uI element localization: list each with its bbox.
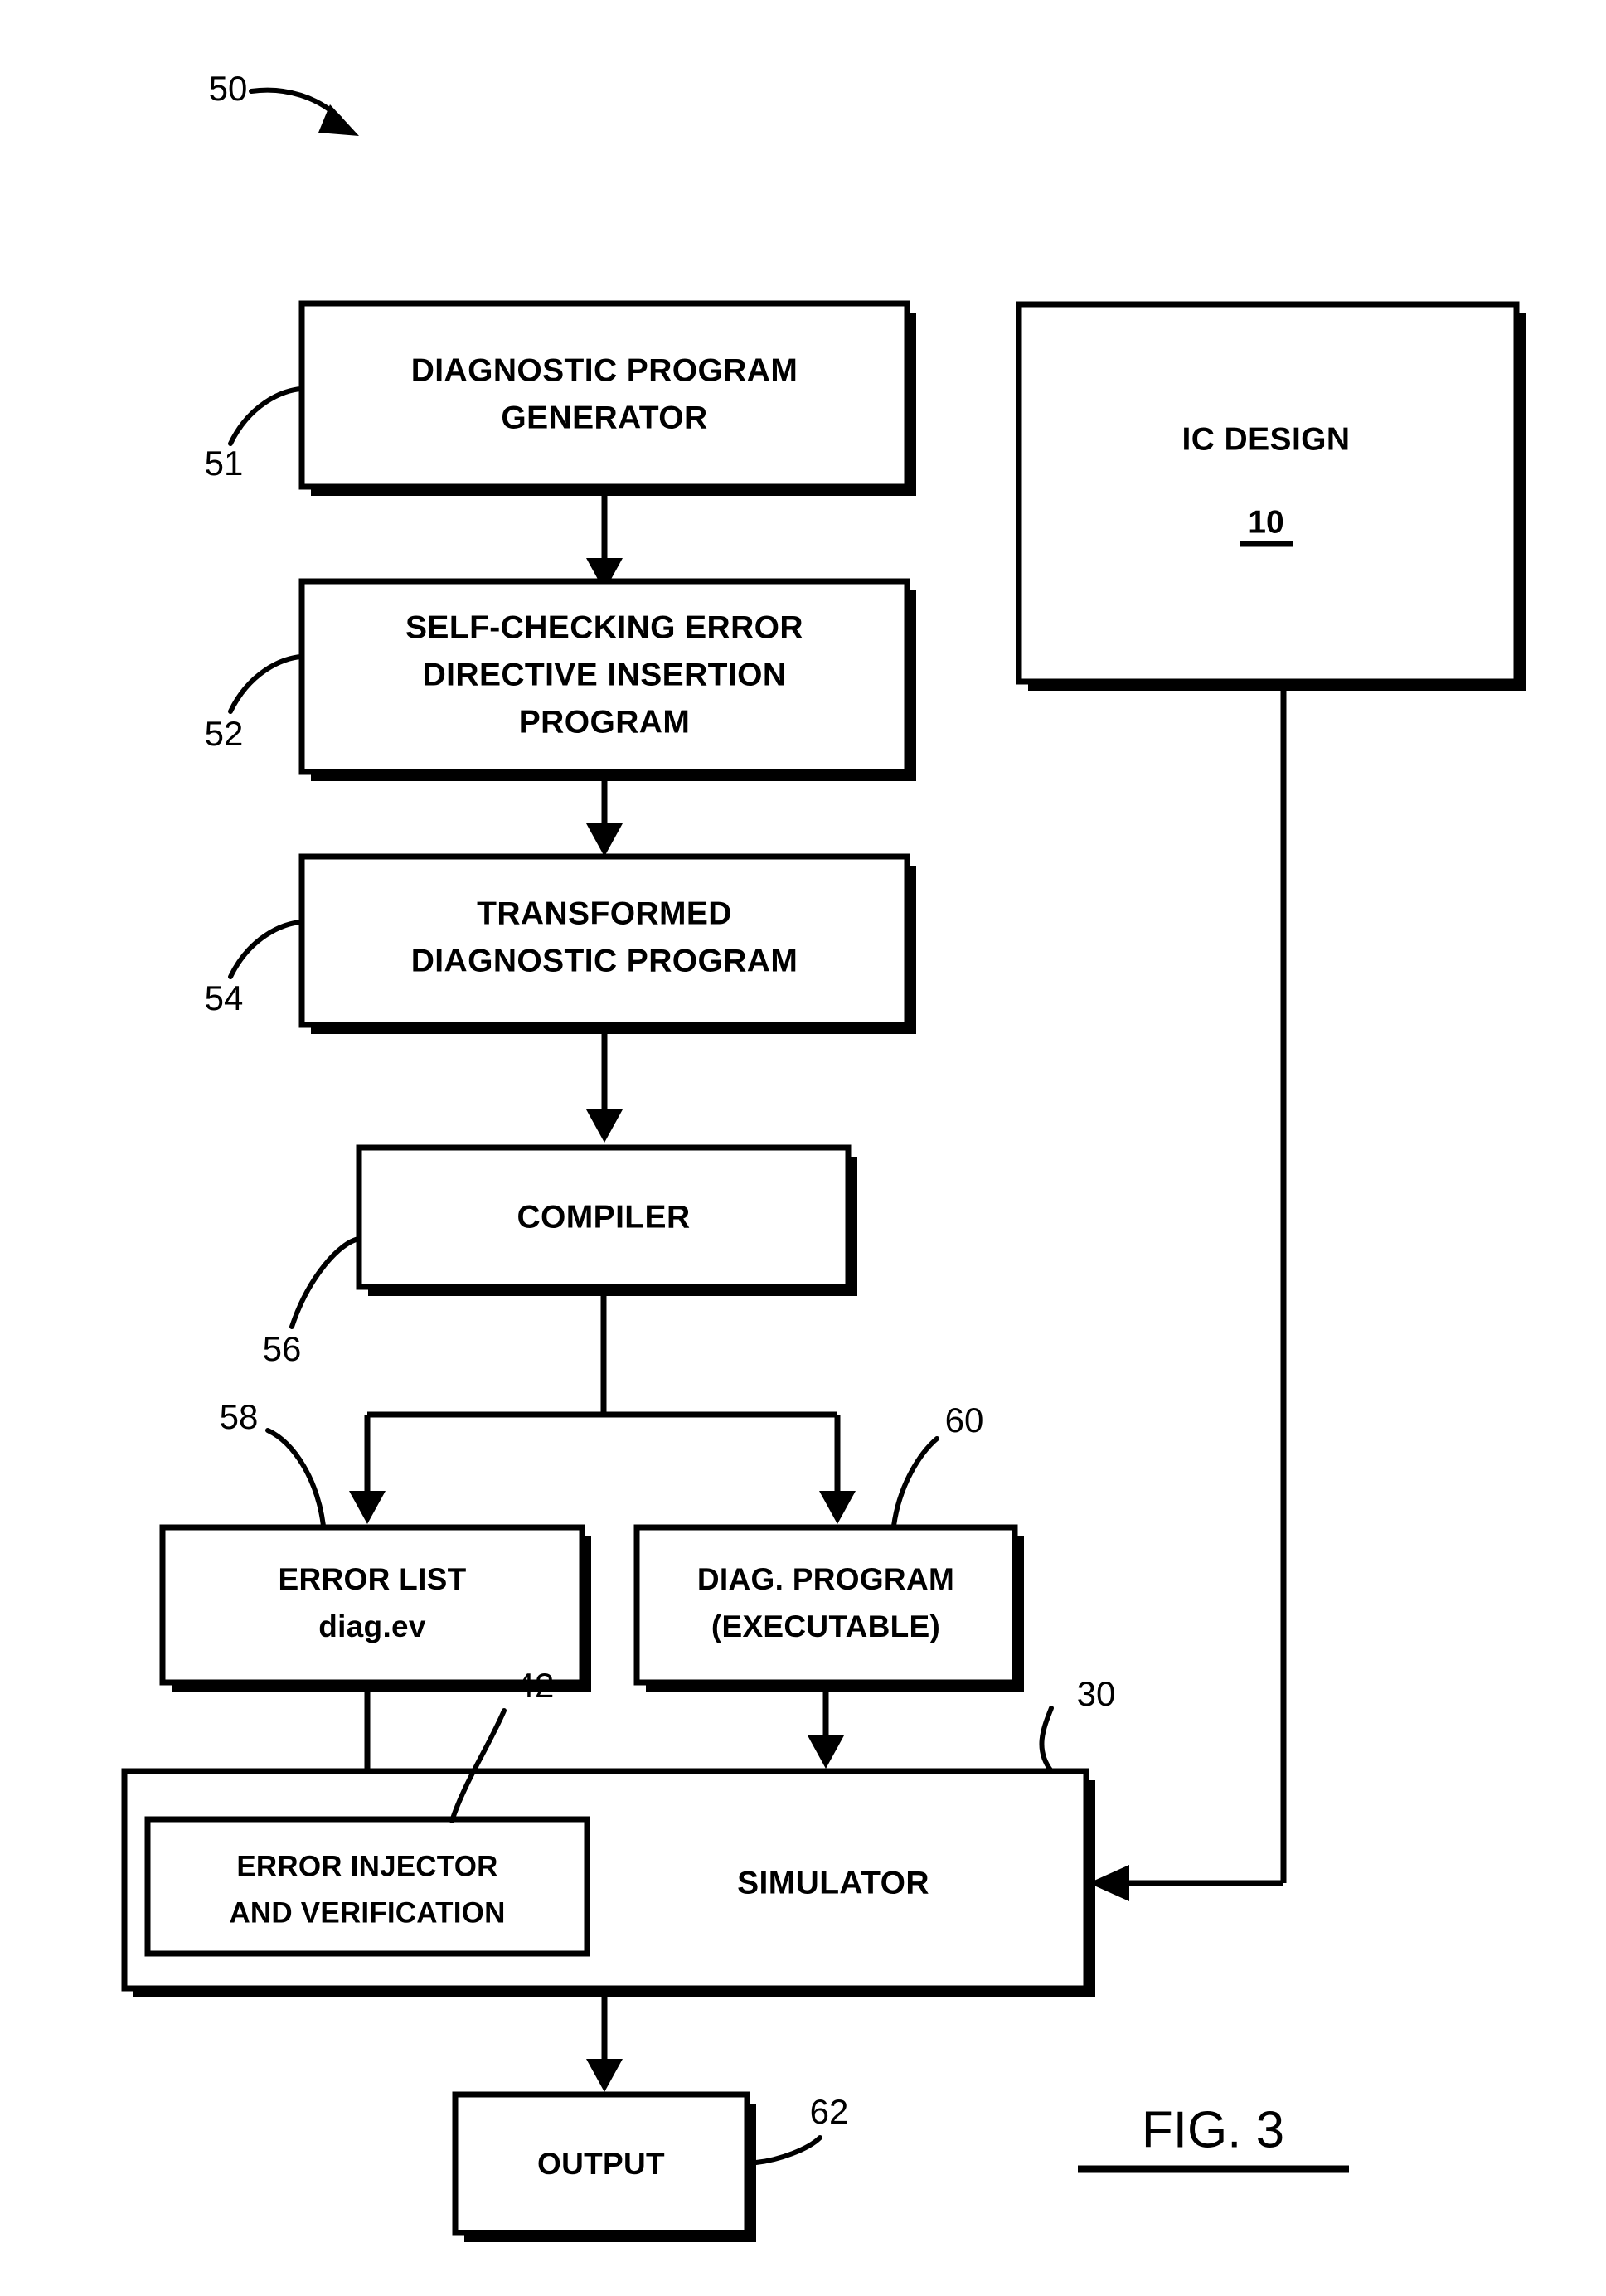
box-error-injector-and-verification[interactable]: ERROR INJECTOR AND VERIFICATION: [144, 1816, 590, 1957]
box-label-injector-line1: ERROR INJECTOR: [236, 1850, 497, 1882]
box-outline-icdesign: [1016, 301, 1520, 685]
figure-canvas: 50 DIAGNOSTIC PROGRAM GENERATOR 51 SELF-…: [0, 0, 1606, 2296]
box-label-dpg-line2: GENERATOR: [501, 400, 707, 435]
box-label-diagprog-line1: DIAG. PROGRAM: [697, 1562, 954, 1596]
box-label-scedip-line3: PROGRAM: [519, 704, 690, 740]
ref-numeral-56: 56: [263, 1329, 302, 1368]
box-output[interactable]: OUTPUT: [452, 2091, 756, 2242]
box-label-output: OUTPUT: [537, 2147, 665, 2181]
figure-label-text: FIG. 3: [1142, 2101, 1284, 2158]
ref-numeral-52: 52: [205, 714, 244, 753]
box-diag-program-executable[interactable]: DIAG. PROGRAM (EXECUTABLE): [633, 1524, 1024, 1692]
box-outline-tdp: [298, 853, 910, 1028]
box-label-errorlist-line2: diag.ev: [318, 1609, 426, 1643]
box-outline-dpg: [298, 300, 910, 490]
box-self-checking-error-directive-insertion-program[interactable]: SELF-CHECKING ERROR DIRECTIVE INSERTION …: [298, 578, 916, 781]
box-label-diagprog-line2: (EXECUTABLE): [711, 1609, 940, 1643]
box-label-tdp-line1: TRANSFORMED: [477, 896, 732, 931]
box-label-simulator: SIMULATOR: [737, 1865, 929, 1900]
box-label-scedip-line2: DIRECTIVE INSERTION: [423, 657, 787, 692]
ref-numeral-50: 50: [209, 69, 248, 108]
box-label-scedip-line1: SELF-CHECKING ERROR: [405, 609, 803, 645]
box-label-dpg-line1: DIAGNOSTIC PROGRAM: [411, 352, 798, 388]
ref-numeral-54: 54: [205, 978, 244, 1017]
box-outline-injector: [144, 1816, 590, 1957]
box-outline-errorlist: [159, 1524, 585, 1686]
box-label-tdp-line2: DIAGNOSTIC PROGRAM: [411, 943, 798, 978]
box-label-icdesign: IC DESIGN: [1182, 421, 1351, 457]
box-outline-diagprog: [633, 1524, 1018, 1686]
box-label-errorlist-line1: ERROR LIST: [278, 1562, 466, 1596]
box-label-injector-line2: AND VERIFICATION: [229, 1896, 505, 1929]
ref-numeral-58: 58: [220, 1397, 259, 1436]
box-label-compiler: COMPILER: [517, 1199, 690, 1235]
box-compiler[interactable]: COMPILER: [356, 1144, 857, 1296]
box-diagnostic-program-generator[interactable]: DIAGNOSTIC PROGRAM GENERATOR: [298, 300, 916, 496]
ref-numeral-62: 62: [810, 2092, 849, 2131]
ref-numeral-60: 60: [945, 1400, 984, 1439]
box-ic-design[interactable]: IC DESIGN 10: [1016, 301, 1526, 691]
ref-numeral-42: 42: [516, 1666, 555, 1705]
ref-numeral-30: 30: [1077, 1674, 1116, 1713]
box-transformed-diagnostic-program[interactable]: TRANSFORMED DIAGNOSTIC PROGRAM: [298, 853, 916, 1034]
box-ref-icdesign: 10: [1248, 504, 1283, 540]
ref-numeral-51: 51: [205, 444, 244, 483]
patent-figure-3: 50 DIAGNOSTIC PROGRAM GENERATOR 51 SELF-…: [0, 0, 1606, 2296]
